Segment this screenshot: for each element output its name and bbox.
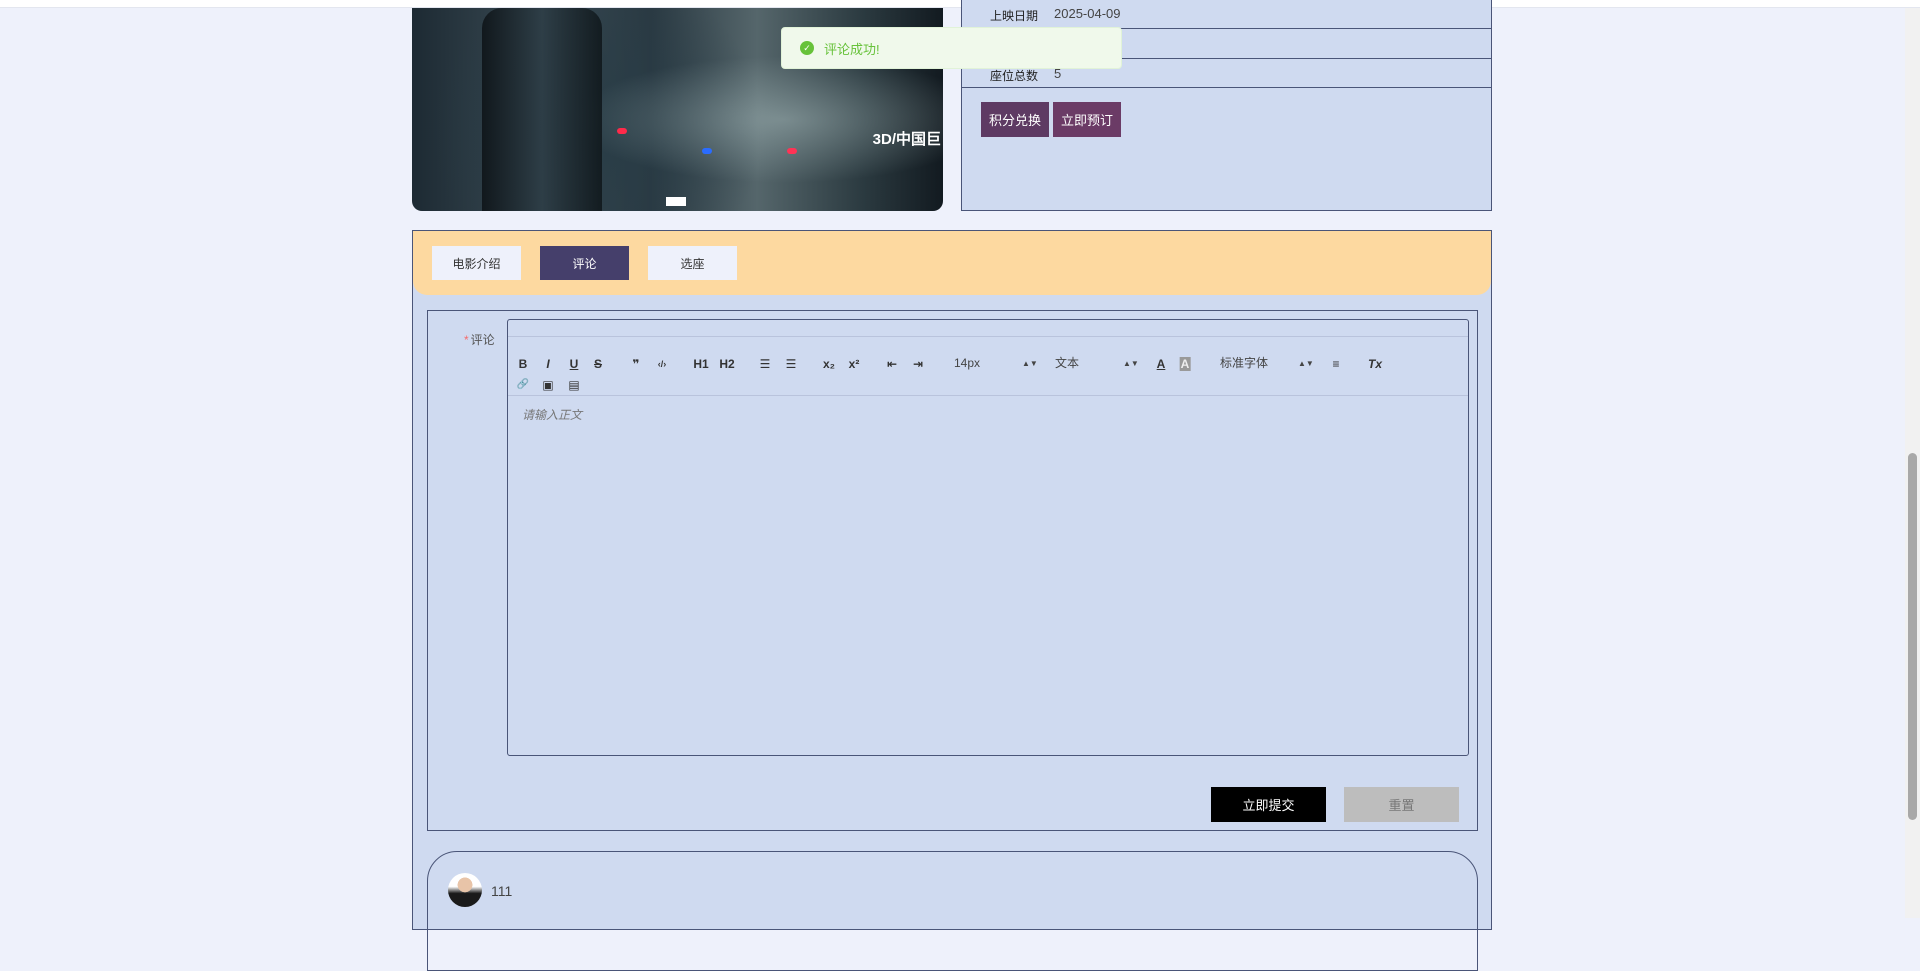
subscript-icon[interactable]: x₂ (823, 357, 835, 371)
top-bar (0, 0, 1920, 8)
tab-movie-intro[interactable]: 电影介绍 (432, 246, 521, 280)
text-color-icon[interactable]: A (1157, 357, 1166, 371)
align-icon[interactable]: ≡ (1332, 357, 1339, 371)
video-icon[interactable]: ▤ (568, 378, 579, 392)
bold-icon[interactable]: B (519, 357, 528, 371)
info-label: 上映日期 (990, 9, 1039, 23)
editor-body[interactable]: 请输入正文 (522, 406, 582, 423)
indent-icon[interactable]: ⇥ (913, 357, 923, 371)
chevron-updown-icon: ▲▼ (1298, 359, 1314, 368)
superscript-icon[interactable]: x² (849, 357, 860, 371)
comment-form: * 评论 B I U S ❞ ‹/› H1 H2 ☰ ☰ x₂ x² ⇤ ⇥ 14… (427, 310, 1478, 831)
header-select[interactable]: 文本 (1055, 356, 1079, 370)
info-value: 2025-04-09 (1054, 6, 1121, 21)
chevron-updown-icon: ▲▼ (1022, 359, 1038, 368)
comment-item: 111 (427, 851, 1478, 971)
submit-button[interactable]: 立即提交 (1211, 787, 1326, 822)
poster-light (787, 148, 797, 154)
poster-caption: 3D/中国巨 (872, 131, 941, 148)
bullet-list-icon[interactable]: ☰ (786, 357, 797, 371)
font-family-select[interactable]: 标准字体 (1220, 356, 1268, 370)
toast-message: 评论成功! (824, 41, 880, 57)
avatar (448, 873, 482, 907)
heading-2-icon[interactable]: H2 (719, 357, 734, 371)
strikethrough-icon[interactable]: S (594, 357, 602, 371)
scrollbar-thumb[interactable] (1908, 453, 1917, 820)
background-color-icon[interactable]: A (1179, 357, 1191, 371)
poster-figure (482, 8, 602, 211)
poster-light (617, 128, 627, 134)
code-block-icon[interactable]: ‹/› (658, 357, 667, 371)
rich-text-editor: B I U S ❞ ‹/› H1 H2 ☰ ☰ x₂ x² ⇤ ⇥ 14px ▲… (507, 319, 1469, 756)
comment-label: * 评论 (464, 331, 495, 348)
clear-format-icon[interactable]: Tx (1368, 357, 1382, 371)
tab-seat-selection[interactable]: 选座 (648, 246, 737, 280)
book-now-button[interactable]: 立即预订 (1053, 102, 1121, 137)
outdent-icon[interactable]: ⇤ (887, 357, 897, 371)
tab-bar: 电影介绍 评论 选座 (413, 231, 1491, 295)
reset-button[interactable]: 重置 (1344, 787, 1459, 822)
chevron-updown-icon: ▲▼ (1123, 359, 1139, 368)
image-icon[interactable]: ▣ (542, 378, 553, 392)
font-size-select[interactable]: 14px (954, 356, 980, 370)
success-toast: ✓ 评论成功! (781, 27, 1122, 69)
link-icon[interactable]: 🔗 (517, 378, 529, 392)
blockquote-icon[interactable]: ❞ (632, 357, 639, 371)
required-mark: * (464, 333, 469, 347)
info-row: 上映日期 2025-04-09 (962, 0, 1491, 29)
check-circle-icon: ✓ (800, 41, 814, 55)
comment-username: 111 (491, 883, 513, 899)
italic-icon[interactable]: I (546, 357, 549, 371)
heading-1-icon[interactable]: H1 (693, 357, 708, 371)
ordered-list-icon[interactable]: ☰ (760, 357, 771, 371)
points-exchange-button[interactable]: 积分兑换 (981, 102, 1049, 137)
underline-icon[interactable]: U (570, 357, 579, 371)
comment-label-text: 评论 (470, 333, 495, 347)
poster-light (702, 148, 712, 154)
movie-detail-tabs: 电影介绍 评论 选座 * 评论 B I U S ❞ ‹/› H1 H2 ☰ ☰ x… (412, 230, 1492, 971)
carousel-indicator[interactable] (666, 197, 686, 206)
info-label: 座位总数 (990, 69, 1039, 83)
scrollbar[interactable] (1905, 8, 1920, 918)
editor-toolbar: B I U S ❞ ‹/› H1 H2 ☰ ☰ x₂ x² ⇤ ⇥ 14px ▲… (508, 336, 1468, 396)
tab-comments[interactable]: 评论 (540, 246, 629, 280)
